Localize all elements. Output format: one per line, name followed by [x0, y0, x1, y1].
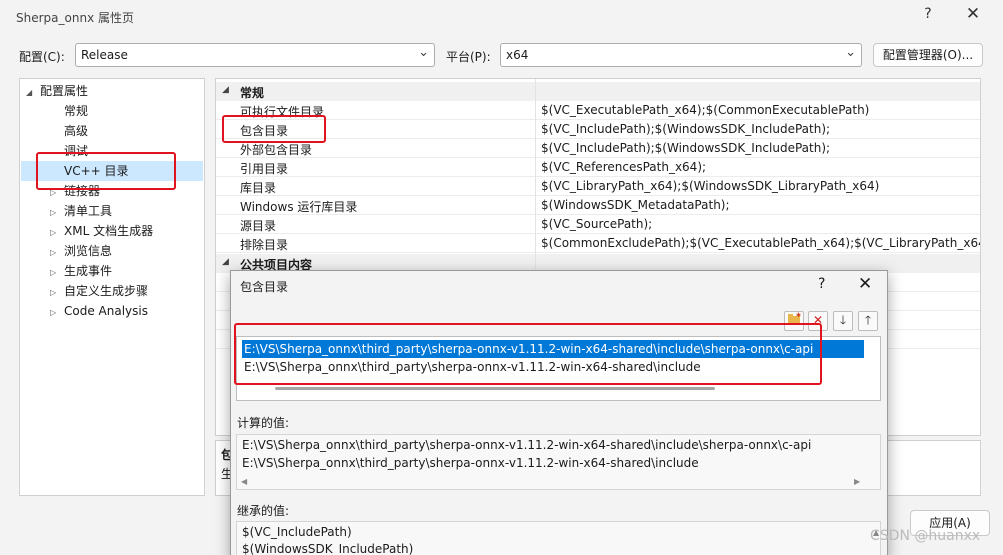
computed-line: E:\VS\Sherpa_onnx\third_party\sherpa-onn… — [242, 456, 699, 470]
grid-row[interactable]: 引用目录 $(VC_ReferencesPath_x64); — [216, 158, 980, 177]
property-value: $(VC_IncludePath);$(WindowsSDK_IncludePa… — [541, 122, 831, 136]
annotation-box — [36, 152, 176, 190]
tree-item-advanced[interactable]: 高级 — [64, 121, 88, 141]
collapsed-triangle-icon: ▷ — [50, 268, 57, 277]
property-value: $(VC_ReferencesPath_x64); — [541, 160, 707, 174]
property-value: $(VC_LibraryPath_x64);$(WindowsSDK_Libra… — [541, 179, 880, 193]
move-up-icon[interactable]: 🡑 — [858, 311, 878, 331]
grid-row[interactable]: 包含目录 $(VC_IncludePath);$(WindowsSDK_Inclu… — [216, 120, 980, 139]
tree-item-manifest-tool[interactable]: ▷ 清单工具 — [50, 201, 112, 221]
tree-item-label: 生成事件 — [64, 264, 113, 278]
property-name: Windows 运行库目录 — [240, 200, 358, 214]
tree-item-label: XML 文档生成器 — [64, 224, 154, 238]
tree-item-label: Code Analysis — [64, 304, 148, 318]
tree-item-browse-info[interactable]: ▷ 浏览信息 — [50, 241, 112, 261]
config-label: 配置(C): — [19, 50, 65, 64]
dialog-close-button[interactable]: ✕ — [858, 274, 872, 294]
computed-label: 计算的值: — [237, 416, 290, 430]
collapsed-triangle-icon: ▷ — [50, 288, 57, 297]
help-button[interactable]: ? — [917, 6, 939, 22]
tree-item-xml-doc[interactable]: ▷ XML 文档生成器 — [50, 221, 153, 241]
property-name: 外部包含目录 — [240, 143, 313, 157]
collapse-triangle-icon: ◢ — [222, 85, 229, 95]
tree-root[interactable]: ◢ 配置属性 — [26, 81, 88, 101]
property-name: 引用目录 — [240, 162, 289, 176]
platform-label: 平台(P): — [446, 50, 491, 64]
property-value: $(VC_IncludePath);$(WindowsSDK_IncludePa… — [541, 141, 831, 155]
grid-row[interactable]: 排除目录 $(CommonExcludePath);$(VC_Executable… — [216, 234, 980, 253]
move-down-icon[interactable]: 🡓 — [833, 311, 853, 331]
computed-line: E:\VS\Sherpa_onnx\third_party\sherpa-onn… — [242, 438, 812, 452]
scroll-left-icon[interactable]: ◀ — [241, 477, 247, 486]
scroll-right-icon[interactable]: ▶ — [854, 477, 860, 486]
include-directories-dialog: 包含目录 ? ✕ ✱ ✕ 🡓 🡑 E:\VS\Sherpa_onnx\third… — [230, 270, 888, 555]
inherited-values: $(VC_IncludePath) $(WindowsSDK_IncludePa… — [236, 521, 881, 555]
inherited-line: $(VC_IncludePath) — [242, 525, 352, 539]
expanded-triangle-icon: ◢ — [26, 88, 33, 97]
computed-values: E:\VS\Sherpa_onnx\third_party\sherpa-onn… — [236, 434, 881, 490]
category-general[interactable]: ◢ 常规 — [216, 82, 980, 101]
tree-item-build-events[interactable]: ▷ 生成事件 — [50, 261, 112, 281]
collapse-triangle-icon: ◢ — [222, 257, 229, 267]
config-value: Release — [81, 48, 128, 62]
property-value: $(CommonExcludePath);$(VC_ExecutablePath… — [541, 236, 981, 250]
window-title: Sherpa_onnx 属性页 — [16, 11, 134, 25]
property-name: 源目录 — [240, 219, 277, 233]
property-value: $(WindowsSDK_MetadataPath); — [541, 198, 730, 212]
property-name: 库目录 — [240, 181, 277, 195]
config-select[interactable]: Release ⌄ — [75, 43, 435, 67]
collapsed-triangle-icon: ▷ — [50, 248, 57, 257]
horizontal-scrollbar[interactable] — [275, 387, 715, 390]
annotation-box — [234, 323, 822, 385]
property-value: $(VC_ExecutablePath_x64);$(CommonExecuta… — [541, 103, 870, 117]
grid-row[interactable]: 源目录 $(VC_SourcePath); — [216, 215, 980, 234]
chevron-down-icon: ⌄ — [845, 45, 856, 60]
tree-item-label: 常规 — [64, 104, 89, 118]
tree-item-label: 清单工具 — [64, 204, 113, 218]
collapsed-triangle-icon: ▷ — [50, 208, 57, 217]
dialog-title: 包含目录 — [240, 280, 289, 294]
property-name: 排除目录 — [240, 238, 289, 252]
config-manager-button[interactable]: 配置管理器(O)... — [873, 43, 983, 67]
inherited-line: $(WindowsSDK_IncludePath) — [242, 542, 414, 555]
tree-item-label: 高级 — [64, 124, 89, 138]
tree-item-label: 自定义生成步骤 — [64, 284, 149, 298]
watermark: CSDN @huanxx — [870, 528, 981, 544]
svg-text:✱: ✱ — [796, 312, 801, 319]
tree-root-label: 配置属性 — [40, 84, 89, 98]
grid-row[interactable]: 外部包含目录 $(VC_IncludePath);$(WindowsSDK_Inc… — [216, 139, 980, 158]
grid-row[interactable]: 库目录 $(VC_LibraryPath_x64);$(WindowsSDK_Li… — [216, 177, 980, 196]
platform-select[interactable]: x64 ⌄ — [500, 43, 862, 67]
annotation-box — [222, 115, 326, 143]
dialog-help-button[interactable]: ? — [818, 276, 825, 292]
platform-value: x64 — [506, 48, 529, 62]
tree-item-general[interactable]: 常规 — [64, 101, 88, 121]
collapsed-triangle-icon: ▷ — [50, 308, 57, 317]
tree-item-label: 浏览信息 — [64, 244, 113, 258]
grid-row[interactable]: 可执行文件目录 $(VC_ExecutablePath_x64);$(Common… — [216, 101, 980, 120]
property-value: $(VC_SourcePath); — [541, 217, 653, 231]
tree-item-custom-build[interactable]: ▷ 自定义生成步骤 — [50, 281, 148, 301]
category-label: 常规 — [240, 86, 265, 100]
property-tree: ◢ 配置属性 常规 高级 调试 VC++ 目录 ▷ 链接器 ▷ 清单工具 ▷ XML 文… — [19, 78, 205, 496]
close-button[interactable]: ✕ — [962, 4, 984, 24]
configuration-bar: 配置(C): Release ⌄ 平台(P): x64 ⌄ 配置管理器(O)..… — [0, 40, 1003, 70]
chevron-down-icon: ⌄ — [418, 45, 429, 60]
tree-item-code-analysis[interactable]: ▷ Code Analysis — [50, 301, 148, 321]
grid-row[interactable]: Windows 运行库目录 $(WindowsSDK_MetadataPath); — [216, 196, 980, 215]
collapsed-triangle-icon: ▷ — [50, 228, 57, 237]
title-bar: Sherpa_onnx 属性页 ? ✕ — [0, 0, 1003, 34]
inherited-label: 继承的值: — [237, 504, 290, 518]
